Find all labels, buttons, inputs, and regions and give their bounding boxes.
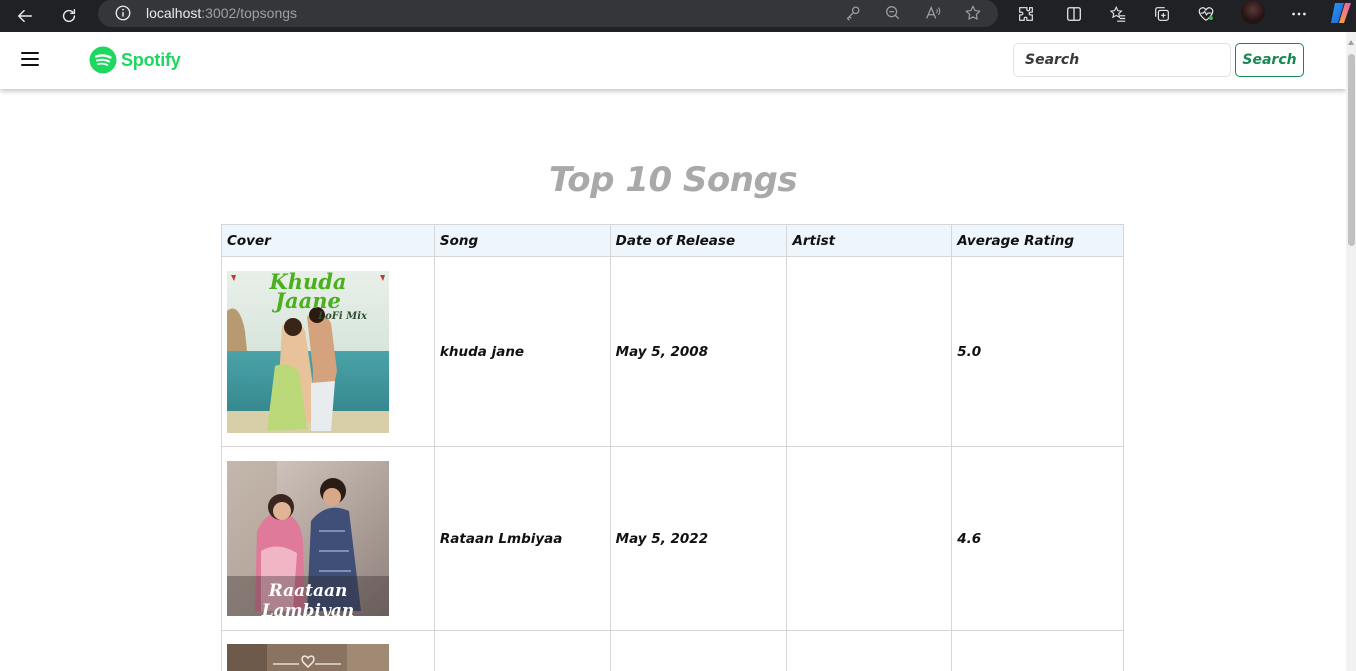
header-rating: Average Rating [951,224,1124,257]
release-date: May 5, 2008 [609,256,788,447]
cover-image-partial[interactable] [227,644,389,671]
song-name: khuda jane [433,256,611,447]
songs-table: Cover Song Date of Release Artist Averag… [221,224,1124,671]
page-viewport: Spotify Search Top 10 Songs Cover Song D… [0,32,1346,671]
favorites-icon[interactable] [1107,3,1129,25]
header-cover: Cover [221,224,435,257]
scroll-up-icon[interactable] [1348,40,1354,45]
cover-cell [221,630,435,671]
more-icon[interactable] [1288,3,1310,25]
copilot-icon[interactable] [1328,1,1354,25]
header-date: Date of Release [609,224,788,257]
header-artist: Artist [786,224,953,257]
release-date [609,630,788,671]
table-header-row: Cover Song Date of Release Artist Averag… [221,224,1124,257]
cover-cell: Raataan Lambiyan [221,446,435,631]
cover-image-raataan-lambiyan[interactable]: Raataan Lambiyan [227,461,389,616]
cover-title-text: Raataan Lambiyan [261,581,355,616]
brand[interactable]: Spotify [89,46,181,74]
page-title: Top 10 Songs [548,160,798,200]
cover-cell: Khuda Jaane LoFi Mix [221,256,435,447]
info-icon[interactable] [114,4,132,22]
profile-avatar[interactable] [1241,0,1265,24]
artist [786,630,953,671]
table-row: Khuda Jaane LoFi Mix khuda jane May 5, 2… [221,256,1124,447]
url-text: localhost:3002/topsongs [146,5,297,21]
brand-name: Spotify [121,49,181,70]
search-input[interactable] [1013,43,1231,77]
header-song: Song [433,224,611,257]
navbar: Spotify Search [0,32,1346,89]
artist [786,256,953,447]
back-icon[interactable] [13,4,37,28]
cover-image-khuda-jaane[interactable]: Khuda Jaane LoFi Mix [227,270,389,433]
scrollbar-thumb[interactable] [1348,54,1355,246]
table-row [221,630,1124,671]
collections-icon[interactable] [1151,3,1173,25]
average-rating: 4.6 [951,446,1124,631]
split-screen-icon[interactable] [1063,3,1085,25]
song-name: Rataan Lmbiyaa [433,446,611,631]
spotify-logo-icon [89,46,117,74]
extensions-icon[interactable] [1015,3,1037,25]
url-host: localhost [146,5,202,21]
artist [786,446,953,631]
address-bar[interactable]: localhost:3002/topsongs [98,0,998,27]
browser-essentials-icon[interactable] [1195,3,1217,25]
favorite-star-icon[interactable] [964,4,982,22]
browser-toolbar: localhost:3002/topsongs [0,0,1356,32]
release-date: May 5, 2022 [609,446,788,631]
average-rating: 5.0 [951,256,1124,447]
average-rating [951,630,1124,671]
cover-subtitle-text: LoFi Mix [318,310,367,322]
search-button[interactable]: Search [1235,43,1304,77]
zoom-out-icon[interactable] [884,4,902,22]
table-row: Raataan Lambiyan Rataan Lmbiyaa May 5, 2… [221,446,1124,631]
song-name [433,630,611,671]
reload-icon[interactable] [57,4,81,28]
page-scrollbar[interactable] [1346,32,1356,671]
cover-title-text: Khuda Jaane [269,270,347,313]
read-aloud-icon[interactable] [924,4,942,22]
url-path: :3002/topsongs [201,5,298,21]
hamburger-icon[interactable] [21,52,39,66]
key-icon[interactable] [844,4,862,22]
